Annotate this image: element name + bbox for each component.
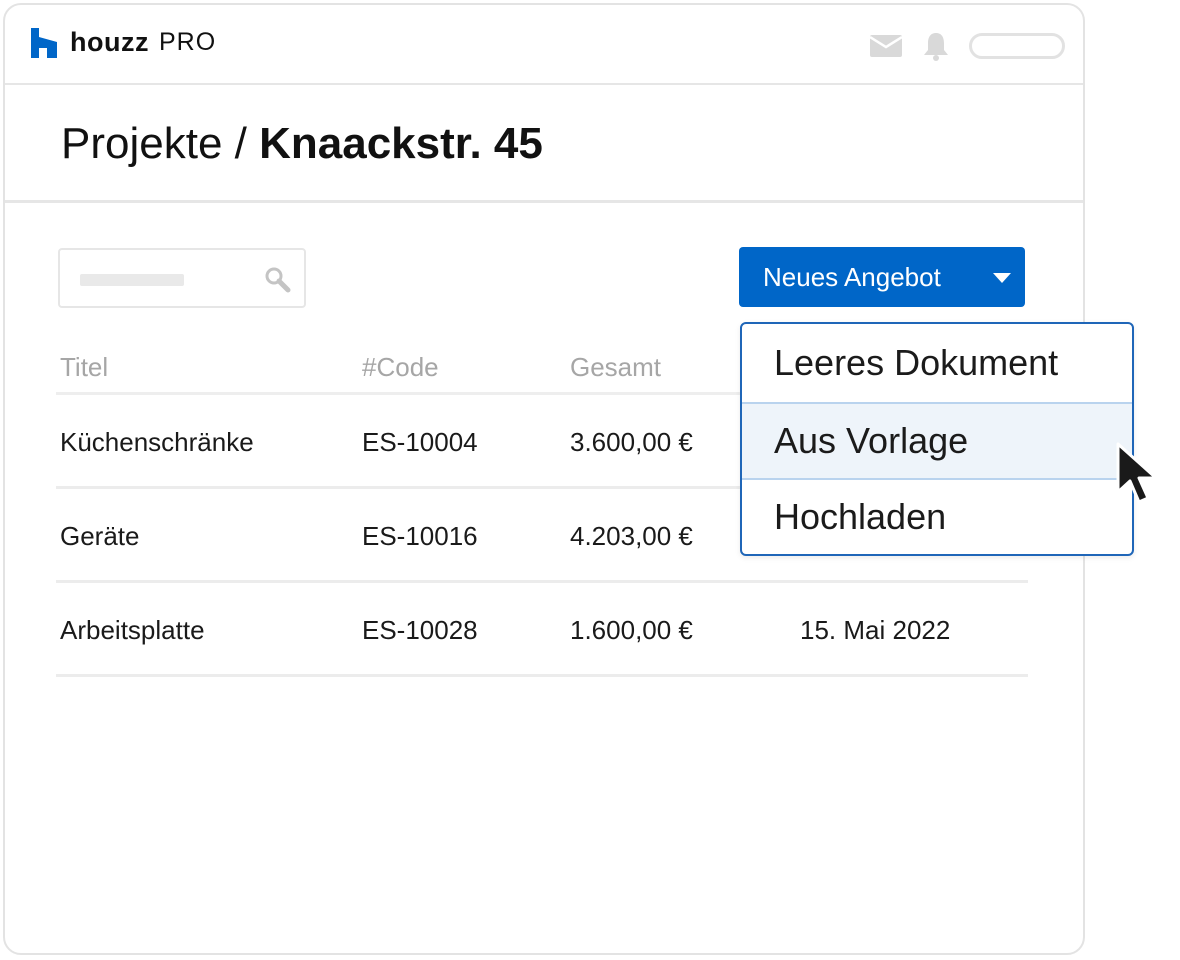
chevron-down-icon[interactable] <box>993 273 1011 283</box>
column-header-title[interactable]: Titel <box>60 352 108 383</box>
houzz-pro-logo[interactable]: houzz PRO <box>31 27 216 58</box>
profile-menu-button[interactable] <box>969 33 1065 59</box>
row-total: 3.600,00 € <box>570 427 693 457</box>
mail-icon[interactable] <box>869 29 903 63</box>
row-code: ES-10016 <box>362 521 478 551</box>
page-header: Projekte / Knaackstr. 45 <box>5 85 1083 203</box>
page-title: Projekte / Knaackstr. 45 <box>61 119 543 169</box>
row-code: ES-10004 <box>362 427 478 457</box>
bell-icon[interactable] <box>919 29 953 63</box>
search-input[interactable] <box>58 248 306 308</box>
breadcrumb-projects[interactable]: Projekte <box>61 119 222 168</box>
new-offer-label: Neues Angebot <box>763 261 941 292</box>
brand-name: houzz <box>70 27 149 57</box>
brand-suffix: PRO <box>158 28 217 56</box>
new-offer-button[interactable]: Neues Angebot <box>739 247 1025 307</box>
row-date: 15. Mai 2022 <box>800 615 951 645</box>
menu-item-blank-document[interactable]: Leeres Dokument <box>742 324 1132 402</box>
row-title: Geräte <box>60 521 140 551</box>
row-title: Arbeitsplatte <box>60 615 205 645</box>
search-icon[interactable] <box>264 266 292 294</box>
column-header-code[interactable]: #Code <box>362 352 439 383</box>
top-bar: houzz PRO <box>5 5 1083 85</box>
new-offer-dropdown-menu: Leeres Dokument Aus Vorlage Hochladen <box>740 322 1134 556</box>
menu-item-upload[interactable]: Hochladen <box>742 478 1132 554</box>
row-title: Küchenschränke <box>60 427 254 457</box>
row-total: 1.600,00 € <box>570 615 693 645</box>
breadcrumb-separator: / <box>222 119 260 168</box>
header-actions <box>869 29 1065 63</box>
search-placeholder <box>80 274 184 286</box>
houzz-logo-icon <box>31 27 57 58</box>
menu-item-from-template[interactable]: Aus Vorlage <box>742 402 1132 480</box>
mouse-cursor-icon <box>1116 442 1158 504</box>
table-row[interactable]: Arbeitsplatte ES-10028 1.600,00 € 15. Ma… <box>56 583 1028 677</box>
row-code: ES-10028 <box>362 615 478 645</box>
column-header-total[interactable]: Gesamt <box>570 352 661 383</box>
row-total: 4.203,00 € <box>570 521 693 551</box>
breadcrumb-current: Knaackstr. 45 <box>259 119 543 168</box>
